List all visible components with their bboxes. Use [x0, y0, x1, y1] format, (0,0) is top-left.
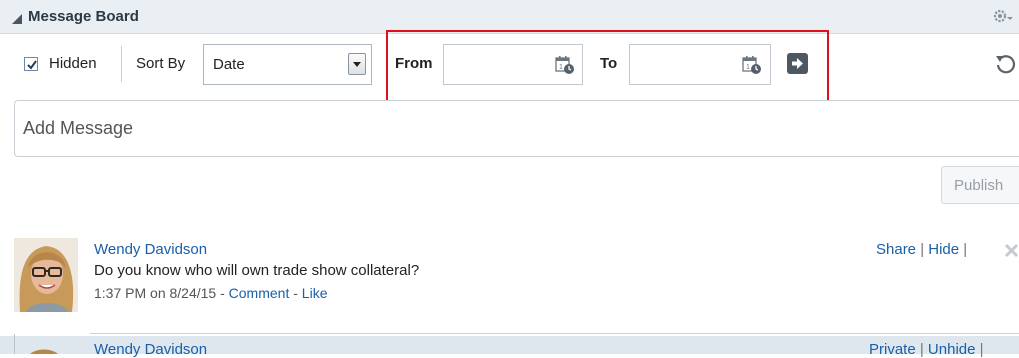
toolbar-divider [121, 46, 122, 82]
post-meta: 1:37 PM on 8/24/15 - Comment - Like [94, 285, 327, 301]
publish-button[interactable]: Publish [941, 166, 1019, 204]
action-separator: | [916, 241, 929, 258]
like-link[interactable]: Like [302, 285, 328, 301]
private-link[interactable]: Private [869, 341, 916, 358]
sort-by-value: Date [213, 56, 245, 73]
meta-separator: - [289, 285, 302, 301]
action-separator: | [915, 341, 928, 358]
post-actions: Share | Hide | [876, 241, 971, 258]
post-text: Do you know who will own trade show coll… [94, 262, 420, 279]
checkbox-check-icon [27, 60, 37, 70]
post-author[interactable]: Wendy Davidson [94, 341, 207, 358]
sort-by-select[interactable]: Date [203, 44, 372, 85]
gear-icon[interactable] [992, 6, 1014, 26]
meta-separator: - [216, 285, 229, 301]
post-indent-line [14, 334, 15, 354]
message-board-header: Message Board [0, 0, 1019, 34]
sort-by-label: Sort By [136, 55, 186, 72]
post-divider [90, 333, 1019, 334]
post-timestamp: 1:37 PM on 8/24/15 [94, 285, 217, 301]
date-filter-highlight [386, 30, 829, 111]
panel-title: Message Board [28, 8, 139, 25]
avatar[interactable] [22, 340, 66, 354]
hidden-label[interactable]: Hidden [49, 55, 97, 72]
dropdown-arrow-icon[interactable] [348, 53, 366, 75]
delete-x-icon[interactable] [1004, 243, 1019, 258]
collapse-triangle-icon[interactable] [12, 14, 22, 24]
add-message-placeholder: Add Message [23, 118, 134, 138]
hide-link[interactable]: Hide [928, 241, 959, 258]
avatar[interactable] [14, 238, 78, 312]
publish-label: Publish [954, 177, 1004, 194]
action-separator: | [975, 341, 988, 358]
post-author[interactable]: Wendy Davidson [94, 241, 207, 258]
refresh-icon[interactable] [994, 53, 1019, 77]
unhide-link[interactable]: Unhide [928, 341, 976, 358]
comment-link[interactable]: Comment [229, 285, 290, 301]
share-link[interactable]: Share [876, 241, 916, 258]
action-separator: | [959, 241, 972, 258]
hidden-checkbox[interactable] [24, 57, 38, 71]
add-message-input[interactable]: Add Message [14, 100, 1019, 157]
post-actions: Private | Unhide | [869, 341, 988, 358]
